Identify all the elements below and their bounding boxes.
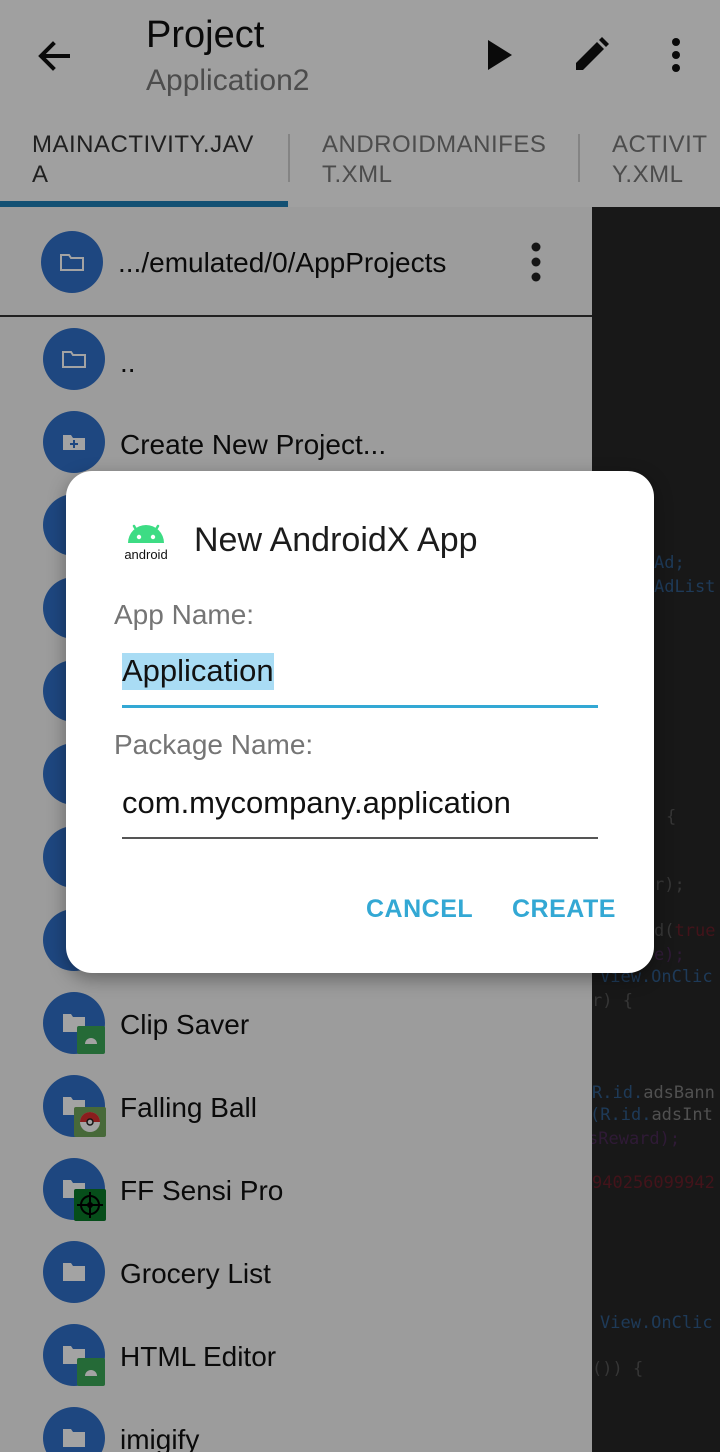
new-androidx-app-dialog: android New AndroidX App App Name: Appli… xyxy=(66,471,654,973)
app-name-value: Application xyxy=(122,653,274,690)
create-button[interactable]: CREATE xyxy=(512,895,616,924)
package-name-label: Package Name: xyxy=(114,729,314,760)
screen: Project Application2 MAINACTIVITY.JAVA A… xyxy=(0,0,720,1452)
android-logo-text: android xyxy=(124,547,168,562)
dialog-title: New AndroidX App xyxy=(194,521,478,559)
app-name-label: App Name: xyxy=(114,599,255,630)
package-name-value: com.mycompany.application xyxy=(122,785,511,820)
app-name-field[interactable]: Application xyxy=(122,653,598,708)
cancel-button[interactable]: CANCEL xyxy=(366,895,473,924)
package-name-field[interactable]: com.mycompany.application xyxy=(122,785,598,839)
